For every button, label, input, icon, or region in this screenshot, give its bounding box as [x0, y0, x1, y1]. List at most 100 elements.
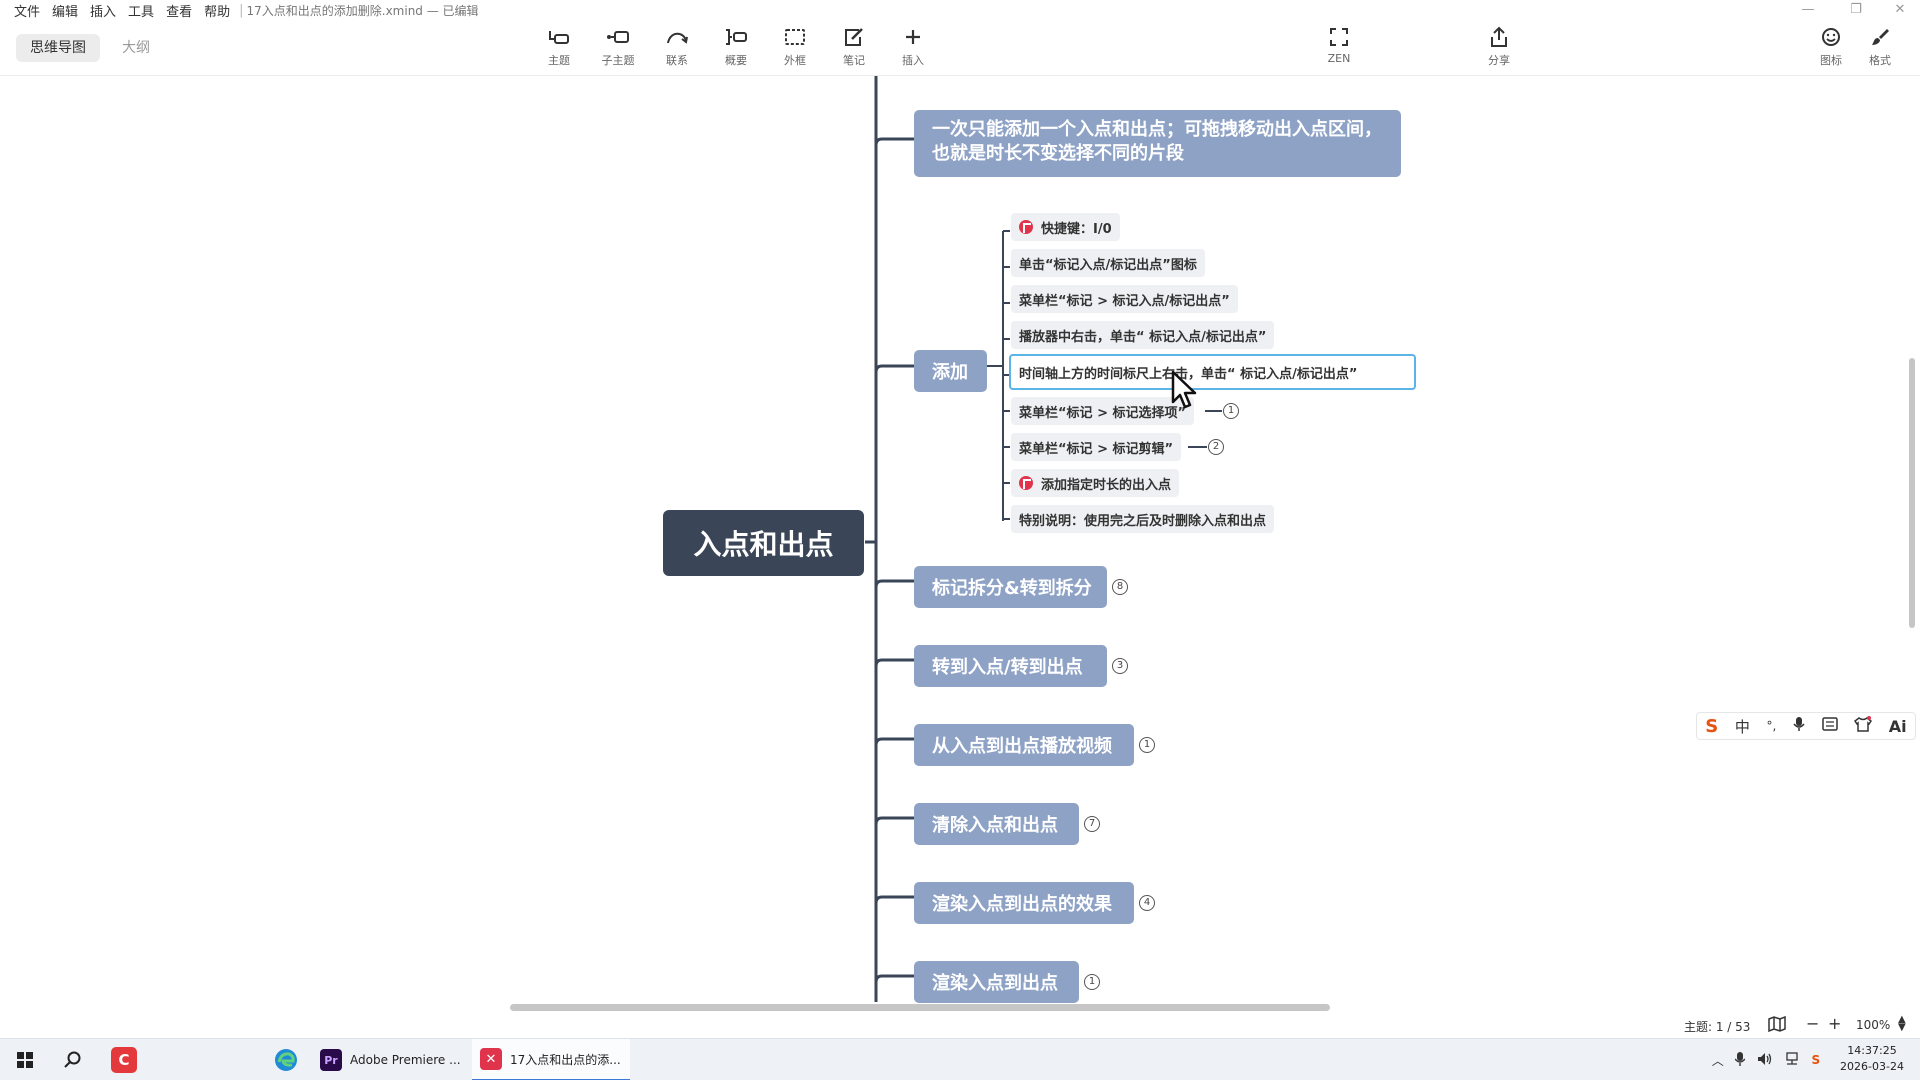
icon-panel-button[interactable]: 图标: [1806, 24, 1856, 72]
mindmap-canvas[interactable]: 入点和出点 一次只能添加一个入点和出点；可拖拽移动出入点区间，也就是时长不变选择…: [0, 76, 1920, 1006]
view-switch: 思维导图 大纲: [16, 34, 164, 62]
windows-start-icon: [17, 1052, 33, 1068]
collapse-badge[interactable]: 8: [1112, 579, 1128, 595]
skin-icon[interactable]: [1854, 716, 1873, 736]
menu-file[interactable]: 文件: [0, 1, 46, 20]
vertical-scrollbar[interactable]: [1906, 76, 1918, 1002]
collapse-badge[interactable]: 1: [1139, 737, 1155, 753]
taskbar: C Pr Adobe Premiere ... ✕ 17入点和出点的添... ︿…: [0, 1038, 1920, 1080]
subtopic-ruler-rightclick[interactable]: 时间轴上方的时间标尺上右击，单击“ 标记入点/标记出点”: [1009, 354, 1416, 390]
share-button[interactable]: 分享: [1474, 24, 1524, 72]
microphone-icon[interactable]: [1793, 716, 1805, 736]
subtopic-shortcut[interactable]: 快捷键：I/0: [1011, 213, 1120, 241]
zen-label: ZEN: [1327, 52, 1351, 65]
ai-assistant-icon[interactable]: Ai: [1889, 717, 1907, 736]
ime-punctuation[interactable]: °,: [1767, 719, 1777, 733]
subtopic-mark-clip[interactable]: 菜单栏“标记 > 标记剪辑”: [1011, 433, 1182, 461]
menu-help[interactable]: 帮助: [198, 1, 236, 20]
start-button[interactable]: [8, 1039, 42, 1080]
menu-tools[interactable]: 工具: [122, 1, 160, 20]
relationship-label: 联系: [666, 54, 688, 67]
sogou-logo-icon[interactable]: S: [1705, 716, 1718, 737]
relationship-button[interactable]: 联系: [652, 24, 702, 72]
taskbar-edge[interactable]: [266, 1039, 306, 1080]
collapse-badge[interactable]: 7: [1084, 816, 1100, 832]
format-button[interactable]: 格式: [1855, 24, 1905, 72]
volume-icon[interactable]: [1757, 1052, 1773, 1069]
close-button[interactable]: ✕: [1882, 0, 1918, 20]
share-label: 分享: [1488, 54, 1510, 67]
tray-microphone-icon[interactable]: [1734, 1051, 1746, 1070]
restore-button[interactable]: ❐: [1838, 0, 1874, 20]
keyboard-icon[interactable]: [1821, 717, 1838, 735]
zen-button[interactable]: ZEN: [1314, 24, 1364, 72]
topic-render-effects[interactable]: 渲染入点到出点的效果: [914, 882, 1134, 924]
fullscreen-icon: [1326, 24, 1352, 50]
menu-insert[interactable]: 插入: [84, 1, 122, 20]
tab-mindmap[interactable]: 思维导图: [16, 34, 100, 62]
topic-play-in-to-out[interactable]: 从入点到出点播放视频: [914, 724, 1134, 766]
relationship-icon: [664, 24, 690, 50]
insert-icon: [900, 24, 926, 50]
flag-icon: [1019, 476, 1033, 490]
summary-button[interactable]: 概要: [711, 24, 761, 72]
topic-goto-in-out[interactable]: 转到入点/转到出点: [914, 645, 1107, 687]
red-app-icon: C: [111, 1047, 137, 1073]
collapse-badge[interactable]: 4: [1139, 895, 1155, 911]
menu-view[interactable]: 查看: [160, 1, 198, 20]
subtopic-player-rightclick[interactable]: 播放器中右击，单击“ 标记入点/标记出点”: [1011, 321, 1275, 349]
smiley-icon: [1818, 24, 1844, 50]
zoom-out-button[interactable]: −: [1806, 1014, 1819, 1033]
title-separator: |: [239, 2, 244, 18]
zoom-in-button[interactable]: +: [1828, 1014, 1841, 1033]
taskbar-premiere[interactable]: Pr Adobe Premiere ...: [312, 1039, 470, 1080]
tab-outline[interactable]: 大纲: [108, 34, 164, 62]
horizontal-scrollbar[interactable]: [8, 1002, 1908, 1012]
topic-render-in-to-out[interactable]: 渲染入点到出点: [914, 961, 1079, 1003]
format-label: 格式: [1869, 54, 1891, 67]
sogou-tray-icon[interactable]: S: [1812, 1053, 1821, 1067]
note-icon: [841, 24, 867, 50]
network-icon[interactable]: [1784, 1051, 1800, 1069]
map-view-icon[interactable]: [1768, 1015, 1786, 1035]
horizontal-scroll-thumb[interactable]: [510, 1004, 1330, 1011]
menu-edit[interactable]: 编辑: [46, 1, 84, 20]
subtopic-mark-selection[interactable]: 菜单栏“标记 > 标记选择项”: [1011, 397, 1195, 425]
system-tray: ︿ S: [1706, 1039, 1826, 1080]
topic-clear-in-out[interactable]: 清除入点和出点: [914, 803, 1079, 845]
search-button[interactable]: [56, 1039, 90, 1080]
insert-button[interactable]: 插入: [888, 24, 938, 72]
minimize-button[interactable]: —: [1790, 0, 1826, 20]
subtopic-button[interactable]: 子主题: [593, 24, 643, 72]
system-clock[interactable]: 14:37:25 2026-03-24: [1832, 1043, 1912, 1075]
share-icon: [1486, 24, 1512, 50]
tray-expand-icon[interactable]: ︿: [1712, 1052, 1724, 1069]
collapse-badge[interactable]: 1: [1084, 974, 1100, 990]
brush-icon: [1867, 24, 1893, 50]
note-button[interactable]: 笔记: [829, 24, 879, 72]
subtopic-special-note[interactable]: 特别说明：使用完之后及时删除入点和出点: [1011, 505, 1275, 533]
subtopic-menu-mark[interactable]: 菜单栏“标记 > 标记入点/标记出点”: [1011, 285, 1238, 313]
taskbar-app-label: Adobe Premiere ...: [350, 1053, 461, 1067]
topic-button[interactable]: 主题: [534, 24, 584, 72]
topic-note-in-out[interactable]: 一次只能添加一个入点和出点；可拖拽移动出入点区间，也就是时长不变选择不同的片段: [914, 110, 1401, 177]
ime-chinese-mode[interactable]: 中: [1735, 716, 1750, 737]
subtopic-duration-in-out[interactable]: 添加指定时长的出入点: [1011, 469, 1180, 497]
taskbar-xmind[interactable]: ✕ 17入点和出点的添...: [472, 1039, 630, 1080]
mouse-cursor-icon: [1171, 370, 1197, 409]
boundary-button[interactable]: 外框: [770, 24, 820, 72]
collapse-badge[interactable]: 1: [1223, 403, 1239, 419]
zoom-stepper-icon[interactable]: ▲ ▼: [1898, 1015, 1906, 1033]
taskbar-app-red[interactable]: C: [104, 1039, 144, 1080]
collapse-badge[interactable]: 3: [1112, 658, 1128, 674]
vertical-scroll-thumb[interactable]: [1909, 358, 1915, 628]
edge-browser-icon: [275, 1049, 297, 1071]
topic-add[interactable]: 添加: [914, 350, 987, 392]
premiere-icon: Pr: [320, 1049, 342, 1071]
boundary-icon: [782, 24, 808, 50]
topic-mark-split[interactable]: 标记拆分&转到拆分: [914, 566, 1107, 608]
subtopic-click-icon[interactable]: 单击“标记入点/标记出点”图标: [1011, 249, 1205, 277]
central-topic[interactable]: 入点和出点: [663, 510, 864, 576]
collapse-badge[interactable]: 2: [1208, 439, 1224, 455]
zoom-level[interactable]: 100%: [1856, 1018, 1890, 1032]
